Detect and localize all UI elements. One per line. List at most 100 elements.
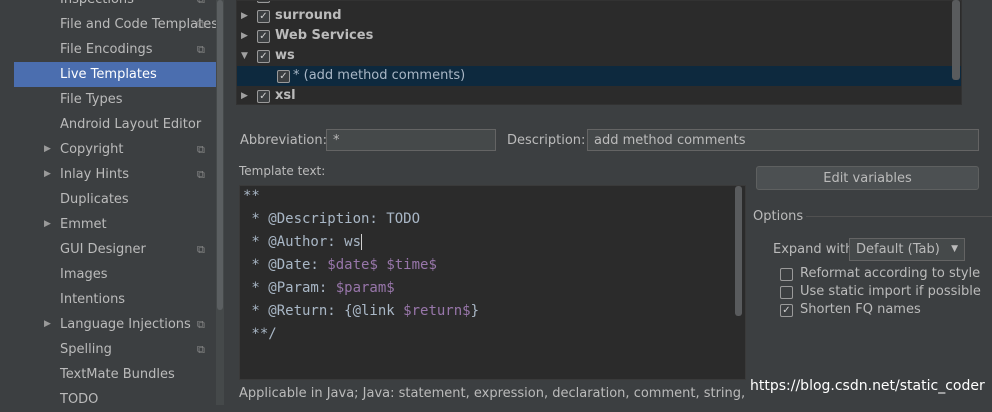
code-line: * @Param: $param$ xyxy=(243,277,395,300)
templates-tree-scrollbar[interactable] xyxy=(952,0,960,80)
sidebar-item[interactable]: ▶ Inlay Hints ⧉ xyxy=(14,162,224,187)
option-checkbox[interactable] xyxy=(780,268,793,281)
sidebar-item-label: Emmet xyxy=(60,217,107,232)
template-group-row[interactable]: ▶ ✓ xsl xyxy=(237,86,961,104)
option-checkbox[interactable] xyxy=(780,286,793,299)
sidebar-item[interactable]: Inspections ⧉ xyxy=(14,0,224,12)
template-label: surround xyxy=(275,8,342,23)
applicable-contexts[interactable]: Applicable in Java; Java: statement, exp… xyxy=(239,385,747,403)
code-text: **/ xyxy=(243,326,277,342)
sidebar-item[interactable]: TODO xyxy=(14,387,224,412)
project-scope-icon: ⧉ xyxy=(197,343,205,356)
sidebar-item-label: TextMate Bundles xyxy=(60,367,175,382)
sidebar-item[interactable]: ▶ Emmet xyxy=(14,212,224,237)
project-scope-icon: ⧉ xyxy=(197,18,205,31)
template-group-row[interactable]: ▼ ✓ ws xyxy=(237,46,961,66)
code-text: * @Param: xyxy=(243,280,336,296)
description-label: Description: xyxy=(507,133,586,148)
template-enabled-checkbox[interactable]: ✓ xyxy=(277,70,290,83)
option-label: Shorten FQ names xyxy=(800,302,921,317)
template-row[interactable]: ✓ * (add method comments) xyxy=(237,66,961,86)
template-label: Web Services xyxy=(275,28,374,43)
expand-arrow-icon[interactable]: ▶ xyxy=(44,162,51,187)
project-scope-icon: ⧉ xyxy=(197,318,205,331)
project-scope-icon: ⧉ xyxy=(197,43,205,56)
abbreviation-label: Abbreviation: xyxy=(240,133,328,148)
sidebar-scrollbar[interactable] xyxy=(216,0,224,405)
options-separator xyxy=(806,216,992,217)
text-cursor xyxy=(361,234,363,250)
chevron-down-icon: ▼ xyxy=(951,244,958,254)
collapsed-arrow-icon[interactable]: ▶ xyxy=(241,6,248,26)
sidebar-item-label: Android Layout Editor xyxy=(60,117,202,132)
expanded-arrow-icon[interactable]: ▼ xyxy=(241,46,248,66)
sidebar-item[interactable]: File Encodings ⧉ xyxy=(14,37,224,62)
template-label: xsl xyxy=(275,88,296,103)
code-line: ** xyxy=(243,185,260,208)
sidebar-item[interactable]: File Types xyxy=(14,87,224,112)
template-enabled-checkbox[interactable]: ✓ xyxy=(257,30,270,43)
code-text: } xyxy=(470,303,480,319)
editor-scrollbar[interactable] xyxy=(735,186,742,316)
sidebar-item-label: Intentions xyxy=(60,292,126,307)
code-line: * @Author: ws xyxy=(243,231,363,254)
sidebar-item-label: Inlay Hints xyxy=(60,167,129,182)
sidebar-item[interactable]: TextMate Bundles xyxy=(14,362,224,387)
sidebar-item-label: Spelling xyxy=(60,342,112,357)
expand-arrow-icon[interactable]: ▶ xyxy=(44,212,51,237)
template-enabled-checkbox[interactable]: ✓ xyxy=(257,1,270,3)
code-text: * @Date: xyxy=(243,257,328,273)
code-text: * @Return: {@link xyxy=(243,303,404,319)
expand-with-label: Expand with xyxy=(773,242,854,257)
description-input[interactable]: add method comments xyxy=(587,129,979,151)
template-group-row[interactable]: ▶ ✓ surround xyxy=(237,6,961,26)
sidebar-item-label: TODO xyxy=(60,392,99,407)
project-scope-icon: ⧉ xyxy=(197,168,205,181)
option-label: Use static import if possible xyxy=(800,284,981,299)
sidebar-item[interactable]: GUI Designer ⧉ xyxy=(14,237,224,262)
sidebar-item[interactable]: Duplicates xyxy=(14,187,224,212)
sidebar-item[interactable]: Live Templates xyxy=(14,62,224,87)
abbreviation-input[interactable]: * xyxy=(326,129,496,151)
collapsed-arrow-icon[interactable]: ▶ xyxy=(241,86,248,104)
sidebar-item[interactable]: Images xyxy=(14,262,224,287)
sidebar-scrollbar-thumb[interactable] xyxy=(217,0,223,310)
sidebar-item[interactable]: File and Code Templates ⧉ xyxy=(14,12,224,37)
expand-arrow-icon[interactable]: ▶ xyxy=(44,137,51,162)
sidebar-item[interactable]: Intentions xyxy=(14,287,224,312)
code-line: * @Description: TODO xyxy=(243,208,420,231)
template-enabled-checkbox[interactable]: ✓ xyxy=(257,10,270,23)
sidebar-item-label: Duplicates xyxy=(60,192,129,207)
expand-with-select[interactable]: Default (Tab) ▼ xyxy=(849,238,965,261)
sidebar-item-label: File Types xyxy=(60,92,123,107)
template-variable: $time$ xyxy=(386,257,437,273)
expand-arrow-icon[interactable]: ▶ xyxy=(44,312,51,337)
sidebar-item-label: Language Injections xyxy=(60,317,191,332)
option-label: Reformat according to style xyxy=(800,266,981,281)
sidebar-item-label: File Encodings xyxy=(60,42,153,57)
code-text: * @Author: ws xyxy=(243,234,362,250)
sidebar-item[interactable]: Spelling ⧉ xyxy=(14,337,224,362)
sidebar-item-label: File and Code Templates xyxy=(60,17,218,32)
sidebar-item[interactable]: Android Layout Editor xyxy=(14,112,224,137)
sidebar-item[interactable]: ▶ Copyright ⧉ xyxy=(14,137,224,162)
templates-tree: ▶✓SQL▶✓surround▶✓Web Services▼✓ws✓* (add… xyxy=(236,0,962,105)
project-scope-icon: ⧉ xyxy=(197,243,205,256)
template-enabled-checkbox[interactable]: ✓ xyxy=(257,50,270,63)
edit-variables-button[interactable]: Edit variables xyxy=(756,166,979,190)
settings-sidebar: Inspections⧉File and Code Templates⧉File… xyxy=(0,0,224,407)
code-text: * @Description: TODO xyxy=(243,211,421,227)
option-checkbox[interactable]: ✓ xyxy=(780,304,793,317)
code-line: **/ xyxy=(243,323,277,346)
template-group-row[interactable]: ▶ ✓ Web Services xyxy=(237,26,961,46)
template-text-editor[interactable]: ** * @Description: TODO * @Author: ws * … xyxy=(239,185,746,380)
code-line: * @Return: {@link $return$} xyxy=(243,300,479,323)
collapsed-arrow-icon[interactable]: ▶ xyxy=(241,26,248,46)
project-scope-icon: ⧉ xyxy=(197,0,205,12)
sidebar-item[interactable]: ▶ Language Injections ⧉ xyxy=(14,312,224,337)
template-text-label: Template text: xyxy=(239,164,326,178)
template-variable: $param$ xyxy=(335,280,395,296)
code-text: ** xyxy=(243,188,260,204)
template-enabled-checkbox[interactable]: ✓ xyxy=(257,90,270,103)
sidebar-item-label: Live Templates xyxy=(60,67,157,82)
